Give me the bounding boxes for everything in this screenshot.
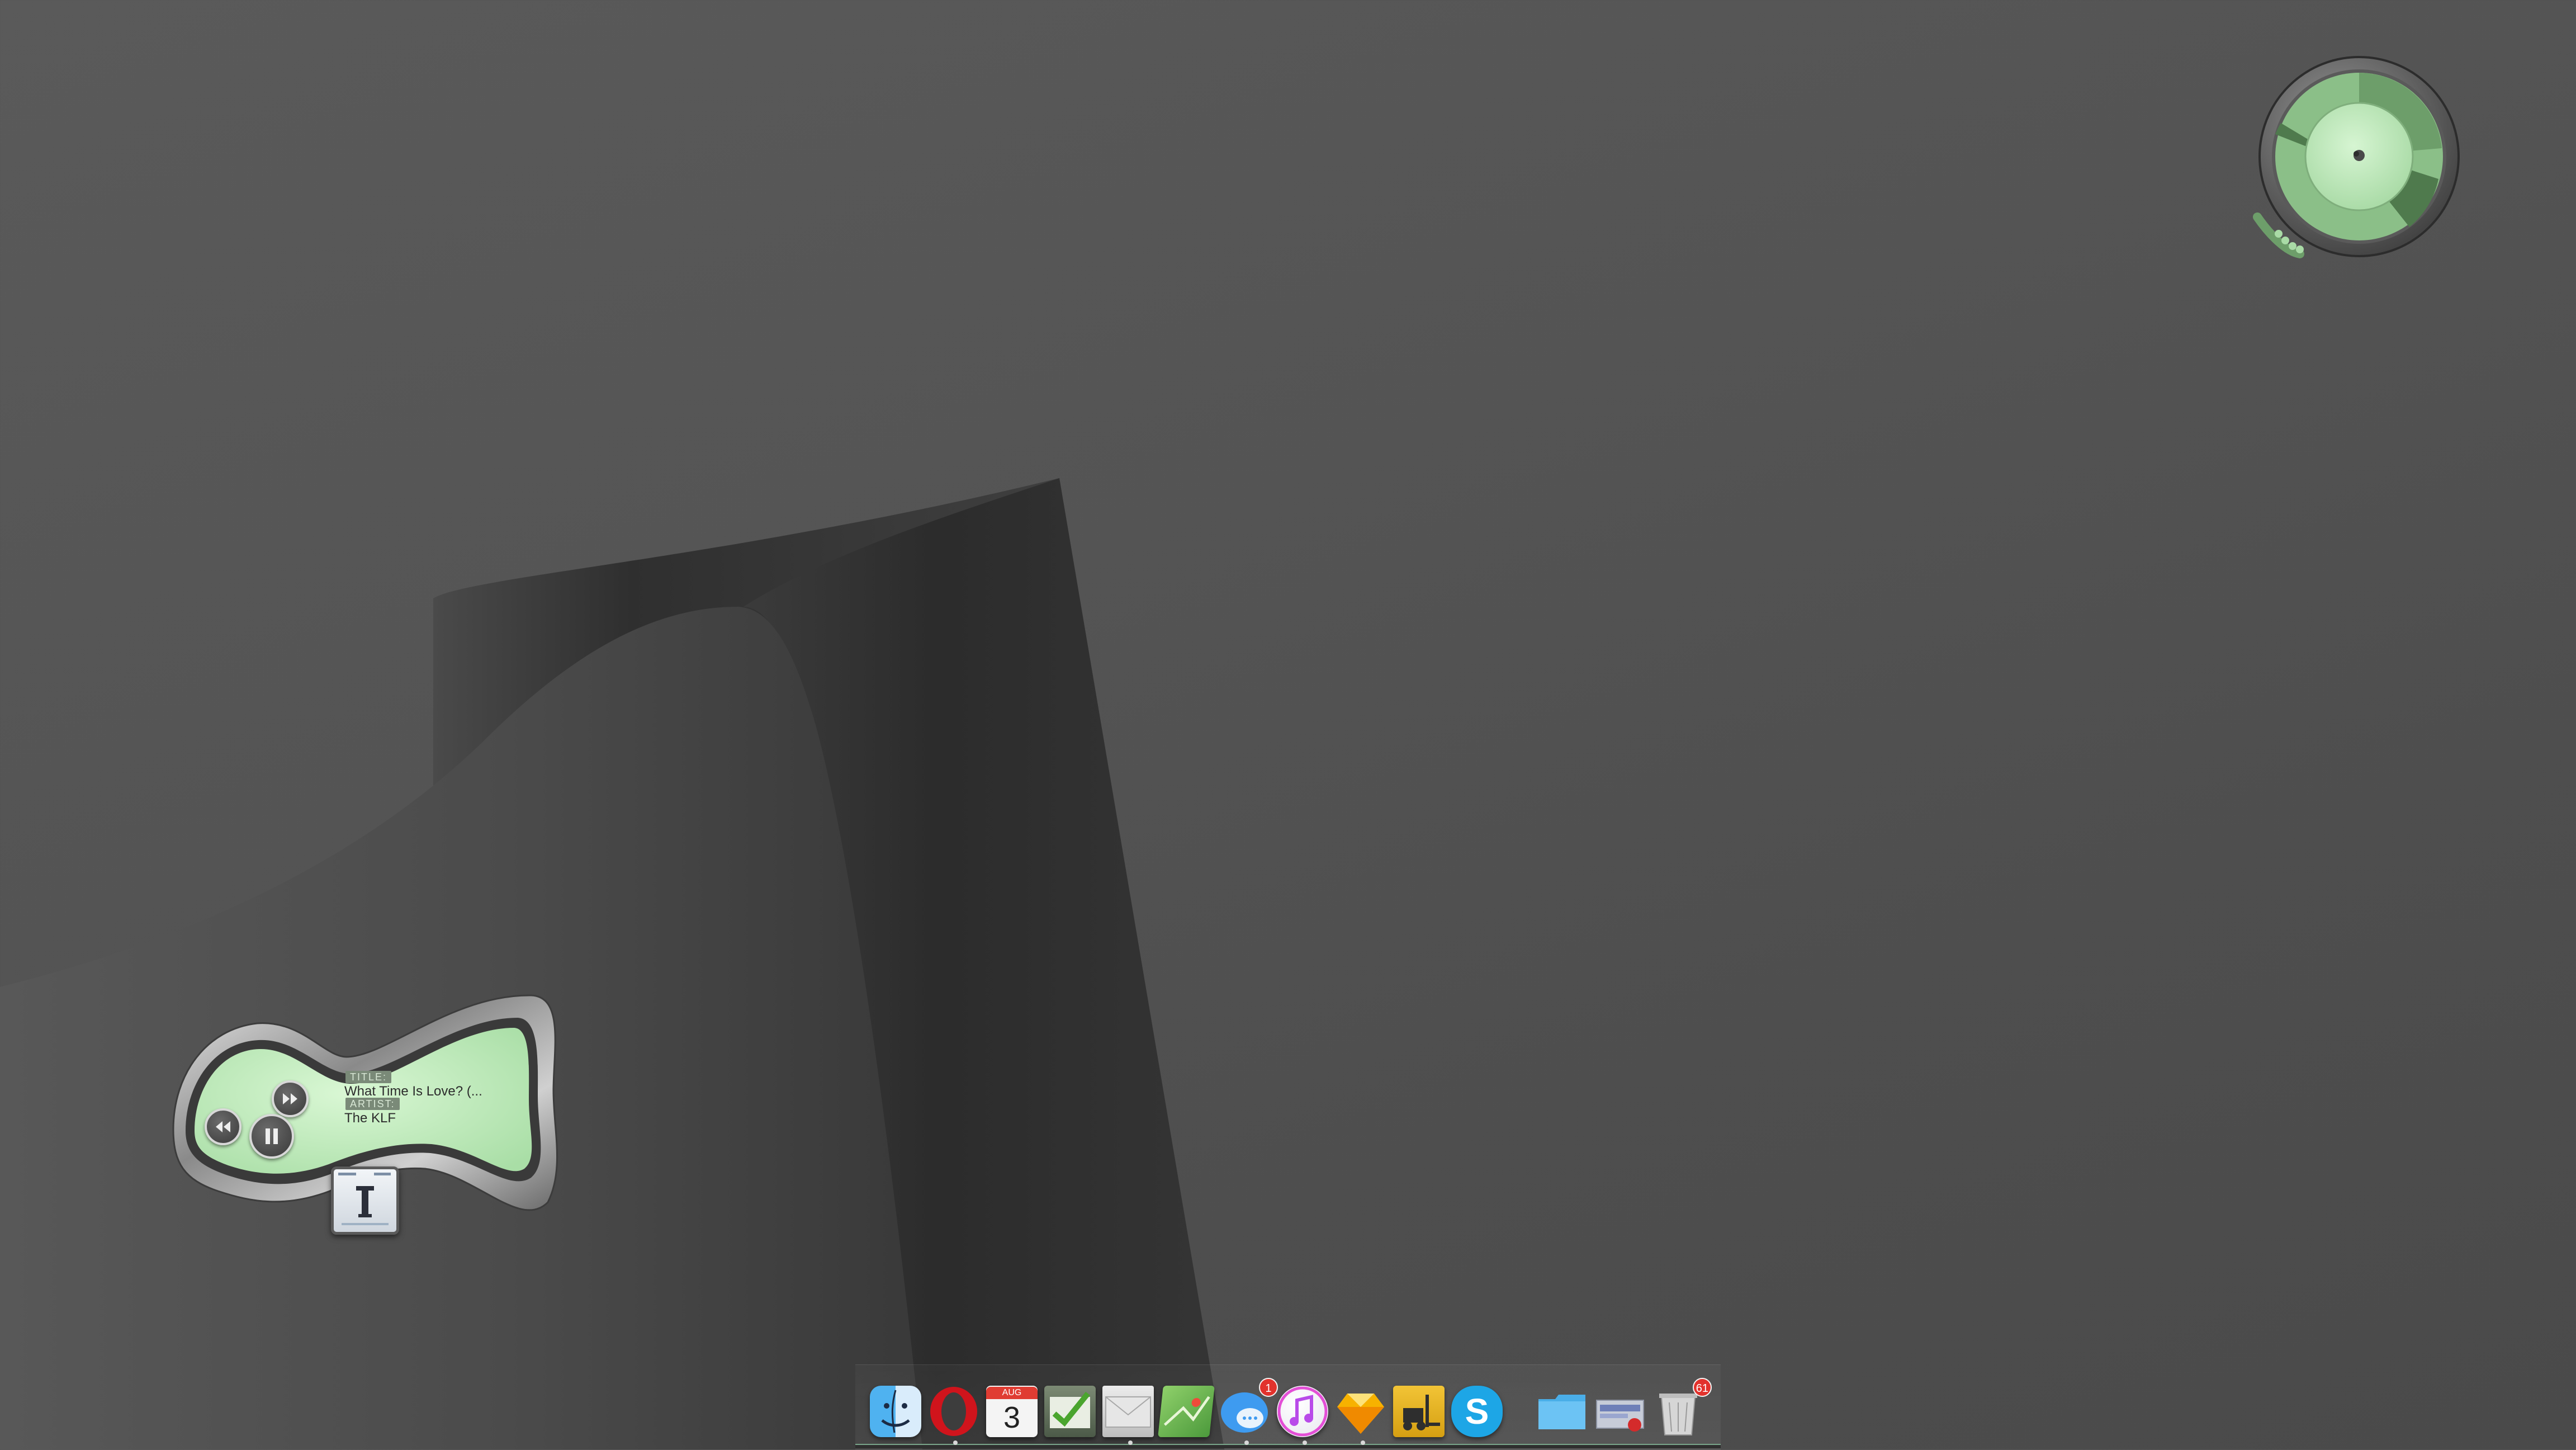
dock-item-opera[interactable]: [928, 1386, 979, 1437]
music-note-icon: [1277, 1386, 1328, 1437]
sketch-running-indicator: [1361, 1440, 1365, 1445]
pause-icon: [266, 1128, 278, 1144]
title-label: TITLE:: [345, 1071, 392, 1083]
dock-item-skype[interactable]: S: [1451, 1386, 1503, 1437]
previous-track-button[interactable]: [205, 1108, 242, 1145]
opera-running-indicator: [953, 1440, 958, 1445]
dock-item-downloads[interactable]: [1594, 1386, 1646, 1437]
map-icon: [1163, 1396, 1210, 1426]
skype-icon: S: [1465, 1391, 1489, 1432]
dock-item-folder[interactable]: [1536, 1386, 1588, 1437]
track-title: What Time Is Love? (...: [344, 1084, 482, 1099]
dock-shelf: [855, 1444, 1721, 1448]
dock-item-maps[interactable]: [1158, 1386, 1215, 1437]
dock-item-messages[interactable]: 1: [1219, 1378, 1278, 1437]
track-artist: The KLF: [344, 1111, 396, 1126]
trash-badge: 61: [1692, 1378, 1712, 1397]
messages-badge: 1: [1259, 1378, 1278, 1397]
itunes-running-indicator: [1303, 1440, 1307, 1445]
opera-icon: [930, 1387, 977, 1436]
dock-item-tasks[interactable]: [1044, 1386, 1096, 1437]
dock-item-transmit[interactable]: [1393, 1386, 1445, 1437]
dock-item-itunes[interactable]: [1277, 1386, 1328, 1437]
mail-running-indicator: [1128, 1440, 1133, 1445]
music-player-widget: TITLE: What Time Is Love? (... ARTIST: T…: [162, 984, 565, 1241]
dock-item-trash[interactable]: 61: [1652, 1378, 1712, 1437]
downloads-stack-icon: [1596, 1400, 1644, 1432]
clock-widget[interactable]: [2242, 50, 2476, 274]
rewind-icon: [216, 1121, 230, 1132]
dock-item-mail[interactable]: [1102, 1386, 1154, 1437]
calendar-month: AUG: [986, 1387, 1038, 1399]
fast-forward-icon: [283, 1093, 297, 1104]
next-track-button[interactable]: [272, 1080, 309, 1117]
clock-dial-icon: [2253, 56, 2460, 258]
artist-label: ARTIST:: [345, 1098, 400, 1110]
folder-icon: [1538, 1395, 1585, 1429]
dock-item-sketch[interactable]: [1335, 1386, 1386, 1437]
checklist-icon: [1050, 1391, 1090, 1428]
mail-icon: [1105, 1396, 1151, 1428]
dock-item-finder[interactable]: [870, 1386, 921, 1437]
sketch-icon: [1337, 1394, 1384, 1434]
play-pause-button[interactable]: [249, 1114, 294, 1159]
album-art[interactable]: [331, 1166, 399, 1235]
album-cover-image: [338, 1173, 391, 1225]
calendar-day: 3: [1003, 1401, 1021, 1434]
forklift-icon: [1403, 1395, 1440, 1430]
messages-running-indicator: [1244, 1440, 1249, 1445]
finder-icon: [881, 1390, 910, 1433]
dock-item-calendar[interactable]: AUG 3: [986, 1386, 1038, 1437]
